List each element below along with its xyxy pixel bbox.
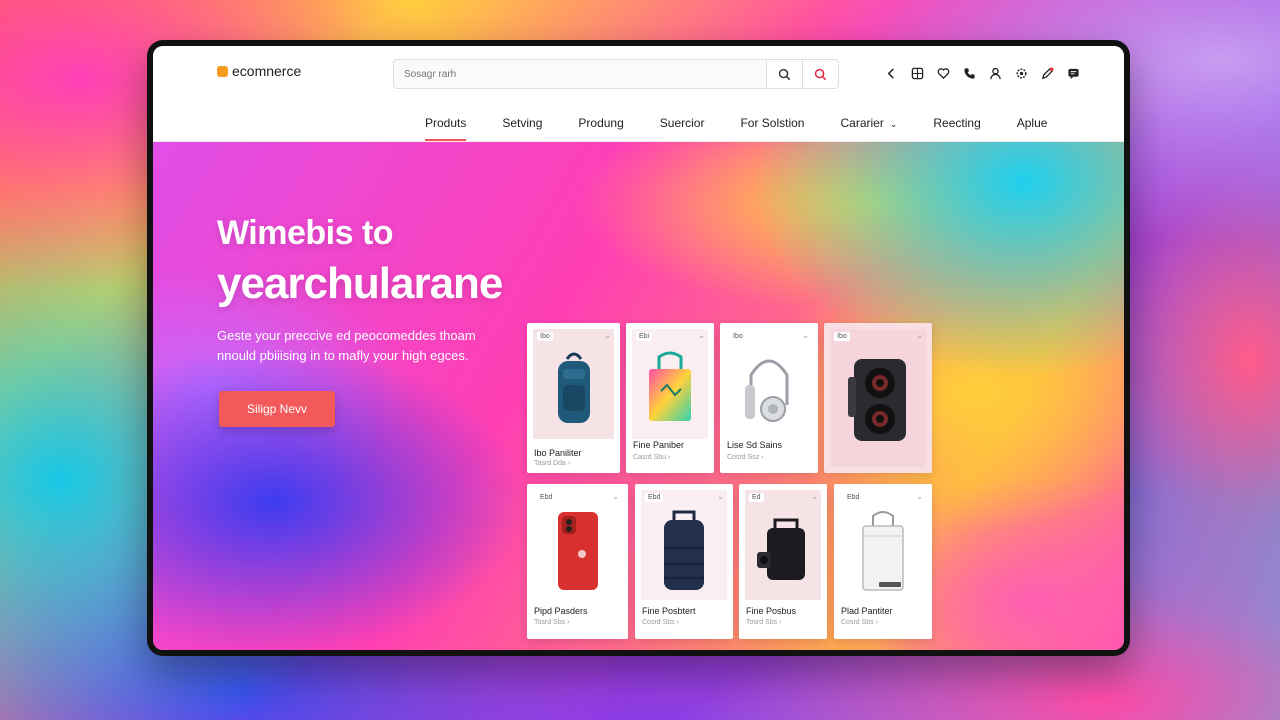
search-button[interactable]: [766, 60, 802, 88]
product-meta: Tasrd Dda ›: [534, 460, 571, 467]
chevron-down-icon: ⌄: [889, 119, 898, 129]
product-badge: Ebi: [636, 332, 653, 341]
nav-item-cararier[interactable]: Cararier ⌄: [840, 108, 897, 140]
product-name: Ibo Paniliter: [534, 448, 582, 458]
product-badge: Ibo: [537, 332, 553, 341]
product-card[interactable]: Ebi ⌄ Fine Paniber Casrd Sbu ›: [626, 323, 714, 473]
hero-section: Wimebis to yearchularane Geste your prec…: [153, 142, 1124, 650]
product-name: Plad Pantiter: [841, 606, 893, 616]
product-card[interactable]: Ibo ⌄ Lise Sd Sains Cosrd Ssz ›: [720, 323, 818, 473]
product-meta: Cosrd Sbs ›: [841, 619, 878, 626]
edit-icon[interactable]: [1040, 66, 1054, 80]
product-name: Fine Posbtert: [642, 606, 696, 616]
settings-icon[interactable]: [1014, 66, 1028, 80]
chevron-down-icon[interactable]: ⌄: [717, 492, 724, 501]
search-icon: [814, 68, 827, 80]
product-card[interactable]: Ed ⌄ Fine Posbus Tosrd Sbs ›: [739, 484, 827, 639]
product-name: Lise Sd Sains: [727, 440, 783, 450]
phone-icon[interactable]: [962, 66, 976, 80]
product-meta: Cosrd Sbs ›: [642, 619, 679, 626]
product-card[interactable]: Ebd ⌄ Fine Posbtert Cosrd Sbs ›: [635, 484, 733, 639]
backpack-icon: [557, 352, 590, 423]
chevron-down-icon[interactable]: ⌄: [604, 331, 611, 340]
camera-icon: [848, 359, 906, 441]
search-input[interactable]: [394, 60, 766, 88]
headphones-icon: [745, 359, 789, 422]
speaker-icon: [757, 518, 805, 580]
hero-title: Wimebis to yearchularane: [217, 214, 503, 308]
main-nav: Produts Setving Produng Suercior For Sol…: [425, 108, 1083, 141]
product-meta: Casrd Sbu ›: [633, 454, 671, 461]
device-frame: ecomnerce Sosagr rarh Produts Setving Pr…: [147, 40, 1130, 656]
back-icon[interactable]: [884, 66, 898, 80]
product-meta: Tosrd Sbs ›: [746, 619, 782, 626]
grid-icon[interactable]: [910, 66, 924, 80]
product-meta: Cosrd Ssz ›: [727, 454, 764, 461]
shop-now-button[interactable]: Siligp Nevv: [219, 391, 335, 427]
product-card[interactable]: Ibo ⌄: [824, 323, 932, 473]
nav-item-setving[interactable]: Setving: [502, 108, 542, 140]
phone-case-icon: [557, 512, 598, 590]
chevron-down-icon[interactable]: ⌄: [811, 492, 818, 501]
product-badge: Ed: [749, 493, 764, 502]
nav-item-produng[interactable]: Produng: [578, 108, 623, 140]
chevron-down-icon[interactable]: ⌄: [916, 331, 923, 340]
header-icon-bar: [884, 66, 1080, 80]
nav-item-suercior[interactable]: Suercior: [660, 108, 705, 140]
nav-item-produts[interactable]: Produts: [425, 108, 467, 141]
product-meta: Tosrd Sbs ›: [534, 619, 570, 626]
clear-bag-icon: [862, 511, 904, 591]
product-name: Pipd Pasders: [534, 606, 588, 616]
chevron-down-icon[interactable]: ⌄: [802, 331, 809, 340]
logo[interactable]: ecomnerce: [217, 63, 301, 79]
search-alt-button[interactable]: [802, 60, 838, 88]
chat-icon[interactable]: [1066, 66, 1080, 80]
search-icon: [778, 68, 791, 80]
product-card[interactable]: Ebd ⌄ Pipd Pasders Tosrd Sbs ›: [527, 484, 628, 639]
product-badge: Ibo: [730, 332, 746, 341]
product-name: Fine Paniber: [633, 440, 685, 450]
chevron-down-icon[interactable]: ⌄: [698, 331, 705, 340]
logo-mark-icon: [217, 65, 228, 77]
product-badge: Ebd: [645, 493, 664, 502]
nav-item-for-solstion[interactable]: For Solstion: [740, 108, 804, 140]
product-badge: Ebd: [844, 493, 863, 502]
backpack-icon: [664, 510, 704, 590]
product-badge: Ebd: [537, 493, 556, 502]
heart-icon[interactable]: [936, 66, 950, 80]
tote-bag-icon: [649, 351, 691, 421]
hero-subtitle: Geste your preccive ed peocomeddes thoam…: [217, 328, 476, 363]
user-icon[interactable]: [988, 66, 1002, 80]
nav-item-reecting[interactable]: Reecting: [933, 108, 980, 140]
logo-text: ecomnerce: [232, 63, 302, 79]
chevron-down-icon[interactable]: ⌄: [612, 492, 619, 501]
chevron-down-icon[interactable]: ⌄: [916, 492, 923, 501]
browser-screen: ecomnerce Sosagr rarh Produts Setving Pr…: [153, 46, 1124, 650]
site-header: ecomnerce Sosagr rarh Produts Setving Pr…: [153, 46, 1124, 142]
product-name: Fine Posbus: [746, 606, 797, 616]
nav-item-aplue[interactable]: Aplue: [1017, 108, 1048, 140]
product-card[interactable]: Ebd ⌄ Plad Pantiter Cosrd Sbs ›: [834, 484, 932, 639]
search-bar: [393, 59, 839, 89]
product-card[interactable]: Ibo ⌄ Ibo Paniliter Tasrd Dda ›: [527, 323, 620, 473]
product-badge: Ibo: [834, 332, 850, 341]
